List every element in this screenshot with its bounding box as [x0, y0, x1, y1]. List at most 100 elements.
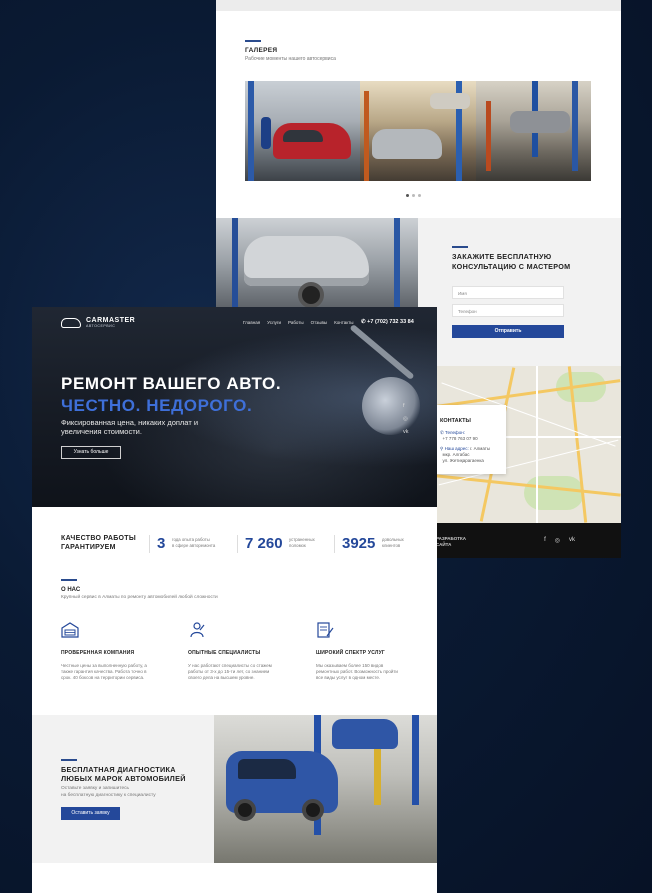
about-title: О НАС	[61, 587, 81, 593]
phone-value: +7 778 763 07 90	[442, 436, 478, 441]
about-subtitle: Крупный сервис в Алматы по ремонту автом…	[61, 595, 218, 600]
vk-icon[interactable]: vk	[403, 429, 409, 435]
logo[interactable]: CARMASTER АВТОСЕРВИС	[61, 317, 135, 329]
nav-item-contacts[interactable]: Контакты	[334, 320, 353, 325]
nav-item-works[interactable]: Работы	[288, 320, 304, 325]
nav-item-home[interactable]: Главная	[243, 320, 260, 325]
leave-request-button[interactable]: Оставить заявку	[61, 807, 120, 820]
stat-label-line: довольных	[382, 537, 404, 542]
top-strip	[216, 0, 621, 11]
facebook-icon[interactable]: f	[403, 403, 409, 409]
diagnostics-subtitle-line: на бесплатную диагностику к специалисту	[61, 792, 156, 798]
hero-social: f ◎ vk	[403, 403, 409, 435]
slider-dot[interactable]	[406, 194, 409, 197]
stat-value: 3	[157, 535, 166, 552]
diagnostics-photo	[214, 715, 437, 863]
gallery-photo[interactable]	[360, 81, 476, 181]
map[interactable]: КОНТАКТЫ ✆ Телефон: +7 778 763 07 90 ⚲ Н…	[436, 366, 621, 523]
address-city: г. Алматы	[470, 446, 491, 451]
instagram-icon[interactable]: ◎	[555, 537, 560, 544]
facebook-icon[interactable]: f	[544, 537, 546, 544]
slider-dot[interactable]	[418, 194, 421, 197]
stat-label: довольных клиентов	[382, 537, 404, 548]
hero-section: CARMASTER АВТОСЕРВИС Главная Услуги Рабо…	[32, 307, 437, 507]
consult-form: ЗАКАЖИТЕ БЕСПЛАТНУЮ КОНСУЛЬТАЦИЮ С МАСТЕ…	[418, 218, 621, 366]
credit-line: РАЗРАБОТКА	[436, 536, 467, 541]
front-page-mockup: CARMASTER АВТОСЕРВИС Главная Услуги Рабо…	[32, 307, 437, 893]
feature-card: ПРОВЕРЕННАЯ КОМПАНИЯ Честные цены за вып…	[61, 622, 151, 680]
diagnostics-subtitle-line: Оставьте заявку и запишитесь	[61, 786, 130, 791]
contact-phone: ✆ Телефон: +7 778 763 07 90	[440, 430, 478, 442]
about-section: О НАС Крупный сервис в Алматы по ремонту…	[32, 569, 437, 715]
gallery-photo[interactable]	[475, 81, 591, 181]
gallery-section: ГАЛЕРЕЯ Рабочие моменты нашего автосерви…	[216, 11, 621, 218]
contacts-title: КОНТАКТЫ	[440, 418, 471, 424]
feature-title: ШИРОКИЙ СПЕКТР УСЛУГ	[316, 650, 385, 656]
accent-line	[61, 579, 77, 581]
instagram-icon[interactable]: ◎	[403, 416, 409, 422]
stats-title: КАЧЕСТВО РАБОТЫ ГАРАНТИРУЕМ	[61, 535, 136, 552]
diagnostics-title-line: ЛЮБЫХ МАРОК АВТОМОБИЛЕЙ	[61, 774, 186, 783]
learn-more-button[interactable]: Узнать больше	[61, 446, 121, 459]
accent-line	[245, 40, 261, 42]
gallery-title: ГАЛЕРЕЯ	[245, 47, 278, 54]
phone-icon: ✆	[440, 430, 444, 435]
accent-line	[61, 759, 77, 761]
garage-icon	[61, 622, 79, 638]
feature-text: Честные цены за выполненную работу, а та…	[61, 663, 147, 680]
stat-label-line: года опыта работы	[172, 537, 210, 542]
feature-card: ОПЫТНЫЕ СПЕЦИАЛИСТЫ У нас работают специ…	[188, 622, 278, 680]
consult-photo	[216, 218, 418, 308]
hero-title: РЕМОНТ ВАШЕГО АВТО.	[61, 374, 282, 393]
document-icon	[316, 622, 334, 638]
contact-card: КОНТАКТЫ ✆ Телефон: +7 778 763 07 90 ⚲ Н…	[436, 405, 506, 474]
slider-dots[interactable]	[406, 194, 421, 197]
logo-subtitle: АВТОСЕРВИС	[86, 324, 116, 328]
phone-icon: ✆	[361, 319, 366, 325]
header-phone-number: +7 (702) 732 33 84	[367, 319, 414, 325]
divider	[334, 535, 335, 553]
stat-value: 7 260	[245, 535, 283, 552]
nav-item-services[interactable]: Услуги	[267, 320, 281, 325]
divider	[237, 535, 238, 553]
credit-line: САЙТА	[436, 542, 452, 547]
diagnostics-section: БЕСПЛАТНАЯ ДИАГНОСТИКА ЛЮБЫХ МАРОК АВТОМ…	[32, 715, 437, 863]
car-logo-icon	[61, 318, 81, 328]
stat-label: устраненных поломок	[289, 537, 315, 548]
glove-decoration	[362, 377, 420, 435]
hero-title-accent: ЧЕСТНО. НЕДОРОГО.	[61, 396, 253, 415]
mechanic-icon	[188, 622, 206, 638]
feature-card: ШИРОКИЙ СПЕКТР УСЛУГ Мы оказываем более …	[316, 622, 406, 680]
diagnostics-subtitle: Оставьте заявку и запишитесь на бесплатн…	[61, 786, 156, 799]
stat-value: 3925	[342, 535, 376, 552]
vk-icon[interactable]: vk	[569, 537, 575, 544]
submit-button[interactable]: Отправить	[452, 325, 564, 338]
address-line: ул. Жетиқарагаенка	[442, 458, 484, 463]
gallery-slider[interactable]	[245, 81, 591, 181]
name-field[interactable]: Имя	[452, 286, 564, 299]
header-phone[interactable]: ✆ +7 (702) 732 33 84	[361, 319, 414, 325]
stats-title-line: КАЧЕСТВО РАБОТЫ	[61, 535, 137, 542]
back-footer: РАЗРАБОТКА САЙТА f ◎ vk	[436, 523, 621, 558]
feature-text: У нас работают специалисты со стажем раб…	[188, 663, 272, 680]
consult-title: ЗАКАЖИТЕ БЕСПЛАТНУЮ КОНСУЛЬТАЦИЮ С МАСТЕ…	[452, 252, 571, 271]
stat-label-line: в сфере авторемонта	[172, 542, 216, 548]
stat-label-line: устраненных	[289, 537, 315, 542]
gallery-subtitle: Рабочие моменты нашего автосервиса	[245, 56, 336, 62]
footer-social: f ◎ vk	[544, 537, 575, 544]
main-nav: Главная Услуги Работы Отзывы Контакты	[243, 320, 354, 325]
feature-title: ОПЫТНЫЕ СПЕЦИАЛИСТЫ	[188, 650, 261, 656]
footer-credit[interactable]: РАЗРАБОТКА САЙТА	[436, 536, 466, 548]
contact-address: ⚲ Наш адрес: г. Алматы мкр. Алгабас ул. …	[440, 446, 490, 464]
stats-title-line: ГАРАНТИРУЕМ	[61, 543, 116, 551]
phone-label: Телефон:	[445, 430, 465, 435]
logo-name: CARMASTER	[86, 317, 136, 324]
slider-dot[interactable]	[412, 194, 415, 197]
stat-label-line: поломок	[289, 542, 306, 548]
diagnostics-title-line: БЕСПЛАТНАЯ ДИАГНОСТИКА	[61, 765, 176, 774]
gallery-photo[interactable]	[245, 81, 361, 181]
nav-item-reviews[interactable]: Отзывы	[311, 320, 327, 325]
phone-field[interactable]: Телефон	[452, 304, 564, 317]
hero-subtitle: Фиксированная цена, никаких доплат и уве…	[61, 418, 199, 436]
page-bottom	[32, 863, 437, 893]
